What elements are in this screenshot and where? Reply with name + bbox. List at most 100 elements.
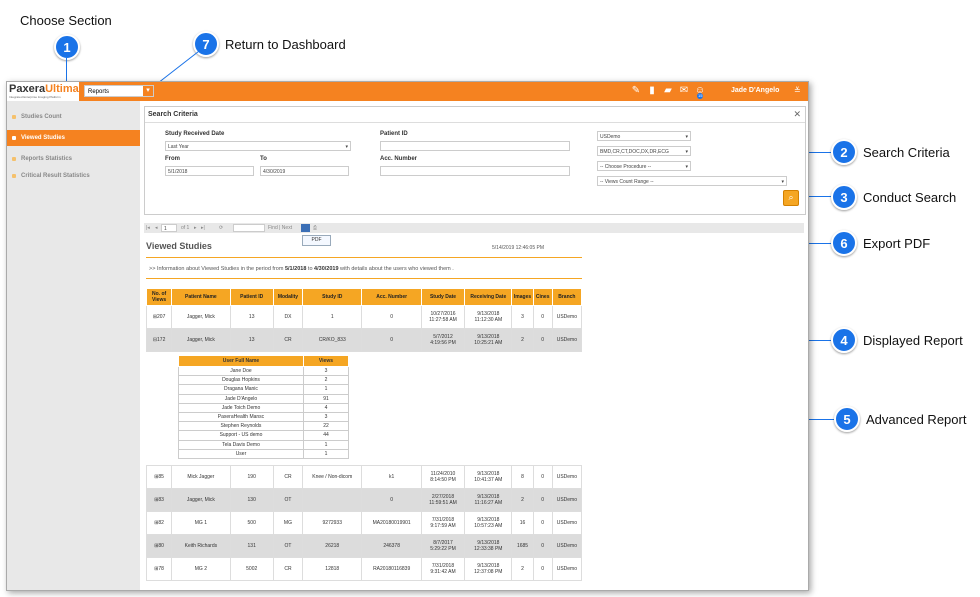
sidebar-item-viewed-studies[interactable]: Viewed Studies: [7, 130, 140, 146]
table-cell-views[interactable]: ⊞83: [145, 488, 173, 512]
table-cell-views[interactable]: ⊞85: [145, 465, 173, 489]
table-cell-mod: MG: [272, 511, 304, 535]
next-page-icon[interactable]: ▸: [194, 223, 197, 233]
user-full-name-cell: Jade Toich Demo: [178, 402, 304, 413]
sub-table-row: Douglas Hopkins 2: [178, 375, 350, 386]
page-input[interactable]: 1: [161, 224, 177, 232]
table-cell-cines: 0: [532, 328, 553, 352]
table-cell-views[interactable]: ⊞82: [145, 511, 173, 535]
branch-select[interactable]: USDemo ▾: [597, 131, 691, 141]
sub-table-row: Stephen Reynolds 22: [178, 421, 350, 432]
table-header-row: No. of Views Patient Name Patient ID Modali…: [145, 288, 583, 306]
table-cell-sid: 12818: [302, 557, 363, 581]
user-name[interactable]: Jade D'Angelo: [731, 87, 779, 94]
chevron-down-icon: ▾: [345, 144, 348, 150]
study-received-select[interactable]: Last Year ▾: [165, 141, 351, 151]
last-page-icon[interactable]: ▸|: [201, 223, 205, 233]
table-row[interactable]: ⊞85 Mick Jagger 190 CR Knee / Non-dicom k1 11/…: [145, 465, 583, 489]
mail-icon[interactable]: ✉: [678, 85, 690, 97]
table-cell-sdate: 7/31/2018 9:31:42 AM: [420, 557, 466, 581]
to-date-input[interactable]: 4/30/2019: [260, 166, 349, 176]
views-cell: 1: [302, 384, 350, 395]
table-cell-rdate: 9/13/2018 12:33:38 PM: [464, 534, 513, 558]
table-cell-rdate: 9/13/2018 11:16:27 AM: [464, 488, 513, 512]
section-select[interactable]: Reports ▾: [84, 85, 154, 97]
views-cell: 44: [302, 430, 350, 441]
find-next[interactable]: Find | Next: [268, 223, 292, 233]
table-row[interactable]: ⊞83 Jagger, Mick 130 OT 0 2/27/2018 11:59:51 …: [145, 488, 583, 512]
from-date-input[interactable]: 5/1/2018: [165, 166, 254, 176]
table-cell-mod: CR: [272, 328, 304, 352]
logo[interactable]: PaxeraUltima: [9, 83, 79, 95]
export-icon[interactable]: [301, 224, 310, 232]
table-cell-pid: 5002: [229, 557, 274, 581]
table-cell-views[interactable]: ⊞78: [145, 557, 173, 581]
views-cell: 91: [302, 393, 350, 404]
sub-table-row: Jade D'Angelo 91: [178, 393, 350, 404]
user-full-name-cell: Douglas Hopkins: [178, 375, 304, 386]
user-full-name-cell: Dragana Manic: [178, 384, 304, 395]
table-cell-sid: Knee / Non-dicom: [302, 465, 363, 489]
procedure-select[interactable]: -- Choose Procedure -- ▾: [597, 161, 691, 171]
collapse-icon[interactable]: ≚: [794, 86, 801, 95]
sub-table-row: Jane Doe 3: [178, 365, 350, 377]
sidebar-item-critical-result-statistics[interactable]: Critical Result Statistics: [7, 168, 140, 184]
callout-label-search-criteria: Search Criteria: [863, 145, 950, 160]
table-cell-views[interactable]: ⊞80: [145, 534, 173, 558]
table-cell-rdate: 9/13/2018 11:12:30 AM: [464, 305, 513, 329]
find-input[interactable]: [233, 224, 265, 232]
print-icon[interactable]: ⎙: [313, 223, 317, 233]
notification-badge: 15: [697, 93, 704, 99]
report-title: Viewed Studies: [146, 241, 212, 251]
column-header: Study Date: [420, 288, 466, 306]
sidebar-item-reports-statistics[interactable]: Reports Statistics: [7, 151, 140, 167]
table-cell-pid: 131: [229, 534, 274, 558]
user-icon[interactable]: ☺ 15: [694, 85, 706, 99]
user-full-name-cell: Stephen Reynolds: [178, 421, 304, 432]
table-cell-views[interactable]: ⊟172: [145, 328, 173, 352]
table-row[interactable]: ⊞80 Keith Richards 131 OT 26218 246378 8/7/201…: [145, 534, 583, 558]
prev-page-icon[interactable]: ◂: [155, 223, 158, 233]
table-cell-rdate: 9/13/2018 10:57:23 AM: [464, 511, 513, 535]
table-cell-name: Keith Richards: [171, 534, 231, 558]
table-row[interactable]: ⊞78 MG 2 5002 CR 12818 RA20180116839 7/31/2018…: [145, 557, 583, 581]
info-from: 5/1/2018: [284, 266, 307, 272]
patient-id-input[interactable]: [380, 141, 570, 151]
table-row[interactable]: ⊞207 Jagger, Mick 13 DX 1 0 10/27/2016 11:27:5…: [145, 305, 583, 329]
first-page-icon[interactable]: |◂: [146, 223, 150, 233]
table-row[interactable]: ⊟172 Jagger, Mick 13 CR CR/KO_833 0 5/7/2012 4…: [145, 328, 583, 352]
table-cell-name: Jagger, Mick: [171, 328, 231, 352]
user-full-name-cell: Tela Davis Demo: [178, 439, 304, 450]
sub-column-header: Views: [302, 355, 350, 367]
acc-number-input[interactable]: [380, 166, 570, 176]
info-suffix: with details about the users who viewed …: [340, 266, 454, 272]
table-cell-acc: MA20180019901: [361, 511, 422, 535]
table-cell-sid: CR/KO_833: [302, 328, 363, 352]
table-cell-views[interactable]: ⊞207: [145, 305, 173, 329]
table-cell-images: 2: [511, 328, 534, 352]
callout-badge-4: 4: [831, 327, 857, 353]
folder-icon[interactable]: ▰: [662, 85, 674, 97]
views-cell: 3: [302, 411, 350, 423]
table-row[interactable]: ⊞82 MG 1 500 MG 9272933 MA20180019901 7/31/201…: [145, 511, 583, 535]
table-cell-mod: CR: [272, 557, 304, 581]
sidebar-item-studies-count[interactable]: Studies Count: [7, 109, 140, 125]
search-button[interactable]: ⌕: [783, 190, 799, 206]
sub-table-row: Jade Toich Demo 4: [178, 402, 350, 413]
views-count-select[interactable]: -- Views Count Range -- ▾: [597, 176, 787, 186]
app-window: PaxeraUltima Integrated Enterprise Imagi…: [6, 81, 809, 591]
close-icon[interactable]: ✕: [793, 109, 801, 120]
user-full-name-cell: Support - US demo: [178, 430, 304, 441]
table-cell-branch: USDemo: [551, 511, 583, 535]
pdf-export-option[interactable]: PDF: [302, 235, 331, 246]
callout-badge-6: 6: [831, 230, 857, 256]
views-cell: 4: [302, 402, 350, 413]
sidebar-item-label: Viewed Studies: [21, 135, 65, 141]
table-cell-branch: USDemo: [551, 488, 583, 512]
table-cell-pid: 130: [229, 488, 274, 512]
bar-chart-icon[interactable]: ▮: [646, 85, 658, 97]
edit-icon[interactable]: ✎: [630, 85, 642, 97]
table-cell-sdate: 2/27/2018 11:59:51 AM: [420, 488, 466, 512]
modality-select[interactable]: BMD,CR,CT,DOC,DX,DR,ECG ▾: [597, 146, 691, 156]
refresh-icon[interactable]: ⟳: [219, 223, 223, 233]
